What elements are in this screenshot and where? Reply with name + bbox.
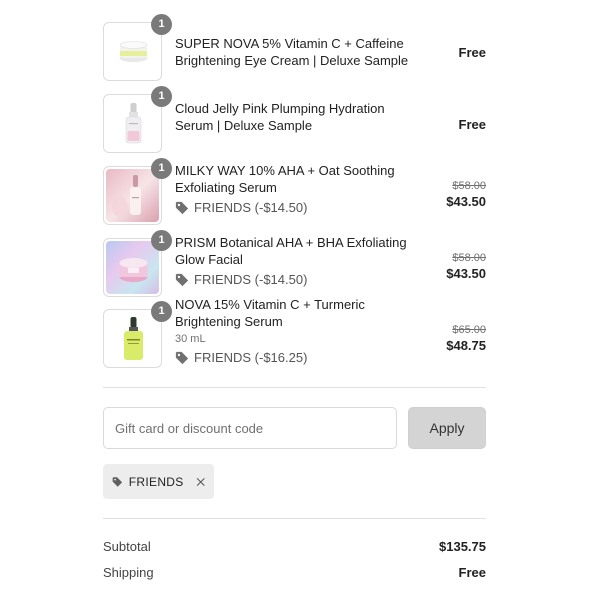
item-price: $43.50: [446, 194, 486, 209]
original-price: $58.00: [452, 180, 486, 192]
product-name: NOVA 15% Vitamin C + Turmeric Brightenin…: [175, 297, 365, 329]
item-price: Free: [458, 117, 486, 132]
apply-button[interactable]: Apply: [408, 407, 486, 449]
quantity-badge: 1: [151, 158, 172, 179]
product-name: PRISM Botanical AHA + BHA Exfoliating Gl…: [175, 235, 407, 267]
product-thumbnail: 1: [103, 14, 172, 81]
eye-cream-jar-image: [106, 25, 159, 78]
item-price: Free: [458, 45, 486, 60]
product-thumbnail: 1: [103, 301, 172, 368]
subtotal-label: Subtotal: [103, 539, 151, 554]
tag-icon: [175, 273, 189, 286]
product-name: SUPER NOVA 5% Vitamin C + Caffeine Brigh…: [175, 36, 409, 68]
pink-serum-image: [106, 169, 159, 222]
product-thumbnail: 1: [103, 86, 172, 153]
subtotal-value: $135.75: [439, 539, 486, 554]
product-name: MILKY WAY 10% AHA + Oat Soothing Exfolia…: [175, 163, 395, 195]
yellow-serum-image: [106, 312, 159, 365]
item-discount: FRIENDS (-$14.50): [175, 272, 415, 287]
item-discount: FRIENDS (-$16.25): [175, 350, 415, 365]
iridescent-jar-image: [106, 241, 159, 294]
original-price: $58.00: [452, 252, 486, 264]
line-item: 1 NOVA 15% Vitamin C + Turmeric Brighten…: [103, 297, 486, 369]
serum-bottle-image: [106, 97, 159, 150]
variant-text: 30 mL: [175, 333, 206, 345]
quantity-badge: 1: [151, 14, 172, 35]
divider: [103, 518, 486, 519]
product-thumbnail: 1: [103, 158, 172, 225]
divider: [103, 387, 486, 388]
item-price: $43.50: [446, 266, 486, 281]
tag-icon: [175, 201, 189, 214]
discount-text: FRIENDS (-$16.25): [194, 350, 308, 365]
close-icon[interactable]: [196, 475, 205, 489]
quantity-badge: 1: [151, 230, 172, 251]
tag-icon: [112, 476, 123, 487]
discount-text: FRIENDS (-$14.50): [194, 272, 308, 287]
line-item: 1 MILKY WAY 10% AHA + Oat Soothing Exfol…: [103, 158, 486, 226]
quantity-badge: 1: [151, 86, 172, 107]
line-item: 1 SUPER NOVA 5% Vitamin C + Caffeine Bri…: [103, 14, 486, 82]
line-item: 1 PRISM Botanical AHA + BHA Exfoliating …: [103, 230, 486, 298]
line-item: 1 Cloud Jelly Pink Plumping Hydration Se…: [103, 86, 486, 154]
item-price: $48.75: [446, 338, 486, 353]
product-thumbnail: 1: [103, 230, 172, 297]
product-name: Cloud Jelly Pink Plumping Hydration Seru…: [175, 101, 385, 133]
discount-text: FRIENDS (-$14.50): [194, 200, 308, 215]
shipping-label: Shipping: [103, 565, 154, 580]
tag-icon: [175, 351, 189, 364]
original-price: $65.00: [452, 324, 486, 336]
quantity-badge: 1: [151, 301, 172, 322]
applied-code-label: FRIENDS: [128, 474, 184, 489]
discount-code-input[interactable]: [103, 407, 397, 449]
shipping-value: Free: [458, 565, 486, 580]
item-discount: FRIENDS (-$14.50): [175, 200, 415, 215]
applied-discount-chip: FRIENDS: [103, 464, 214, 499]
